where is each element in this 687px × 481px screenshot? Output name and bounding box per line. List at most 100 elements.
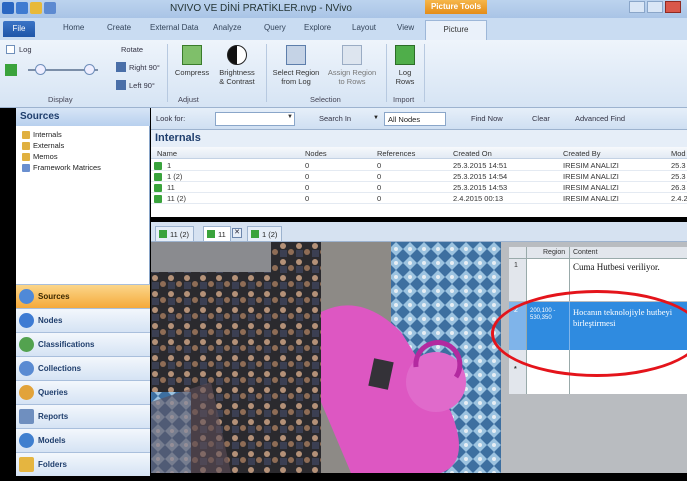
table-row[interactable]: 11 (2) 0 0 2.4.2015 00:13 IRESIM ANALIZI… [151,193,687,204]
highlight-annotation-oval [491,290,687,377]
close-button[interactable] [665,1,681,13]
tab-external-data[interactable]: External Data [150,23,198,32]
column-header-region[interactable]: Region [543,249,565,256]
ribbon-separator [386,44,387,102]
brightness-contrast-button[interactable]: Brightness & Contrast [214,45,260,86]
compress-icon [182,45,202,65]
folder-icon [22,152,30,161]
folder-icon [22,141,30,150]
zoom-out-icon[interactable] [35,64,46,75]
quick-access-toolbar [2,2,56,14]
nodes-icon [19,313,34,328]
doc-tab-11[interactable]: 11 [203,226,231,241]
table-row[interactable]: 11 0 0 25.3.2015 14:53 IRESIM ANALIZI 26… [151,182,687,193]
models-icon [19,433,34,448]
rotate-left-button[interactable]: Left 90° [129,81,155,90]
import-group-label: Import [393,95,415,104]
compress-button[interactable]: Compress [172,45,212,77]
navigation-pane: Sources Internals Externals Memos Framew… [16,108,150,476]
rotate-right-icon[interactable] [116,62,126,72]
undo-icon[interactable] [44,2,56,14]
find-bar: Look for: ▼ Search In ▼ All Nodes Find N… [151,108,687,130]
log-rows-button[interactable]: Log Rows [392,45,418,86]
nav-button-sources[interactable]: Sources [16,284,150,308]
nav-button-models[interactable]: Models [16,428,150,452]
reports-icon [19,409,34,424]
nav-button-reports[interactable]: Reports [16,404,150,428]
color-picture-icon[interactable] [5,64,17,76]
tab-picture[interactable]: Picture [425,20,487,40]
advanced-find-button[interactable]: Advanced Find [575,114,625,123]
picture-viewer[interactable] [151,242,501,473]
list-header [151,147,687,159]
picture-source-icon [154,195,162,203]
tab-layout[interactable]: Layout [352,23,376,32]
search-in-dropdown-icon[interactable]: ▼ [373,115,379,121]
minimize-button[interactable] [629,1,645,13]
find-now-button[interactable]: Find Now [471,114,503,123]
select-region-from-log-button[interactable]: Select Region from Log [269,45,323,86]
nav-button-queries[interactable]: Queries [16,380,150,404]
doc-tab-11-2[interactable]: 11 (2) [155,226,195,241]
tree-item-memos[interactable]: Memos [22,152,58,161]
adjust-group-label: Adjust [178,95,199,104]
table-row[interactable]: 1 (2) 0 0 25.3.2015 14:54 IRESIM ANALIZI… [151,171,687,182]
sources-list: Name Nodes References Created On Created… [151,147,687,217]
picture-source-icon [251,230,259,238]
tab-explore[interactable]: Explore [304,23,331,32]
nav-button-classifications[interactable]: Classifications [16,332,150,356]
search-scope-field[interactable]: All Nodes [384,112,446,126]
tab-view[interactable]: View [397,23,414,32]
log-checkbox[interactable] [6,45,15,54]
tab-create[interactable]: Create [107,23,131,32]
column-header-name[interactable]: Name [157,147,177,159]
title-bar: NVIVO VE DİNİ PRATİKLER.nvp - NVivo Pict… [0,0,687,18]
tree-item-internals[interactable]: Internals [22,130,62,139]
window-title: NVIVO VE DİNİ PRATİKLER.nvp - NVivo [170,3,352,14]
queries-icon [19,385,34,400]
save-icon[interactable] [16,2,28,14]
rotate-label: Rotate [121,45,144,54]
look-for-dropdown-icon[interactable]: ▼ [287,114,293,120]
clear-button[interactable]: Clear [532,114,550,123]
column-header-references[interactable]: References [377,147,415,159]
nvivo-app-icon[interactable] [2,2,14,14]
tab-home[interactable]: Home [63,23,84,32]
selection-group-label: Selection [310,95,341,104]
ribbon-separator [266,44,267,102]
look-for-input[interactable] [215,112,295,126]
ribbon-tabs: File Home Create External Data Analyze Q… [0,18,687,40]
rotate-left-icon[interactable] [116,80,126,90]
column-header-nodes[interactable]: Nodes [305,147,327,159]
close-tab-icon[interactable]: ✕ [232,228,242,238]
edit-icon[interactable] [30,2,42,14]
column-header-modified[interactable]: Mod [671,147,686,159]
tree-item-framework-matrices[interactable]: Framework Matrices [22,163,101,172]
tree-item-externals[interactable]: Externals [22,141,64,150]
sources-icon [19,289,34,304]
assign-region-to-rows-button[interactable]: Assign Region to Rows [324,45,380,86]
search-in-button[interactable]: Search In [319,114,351,123]
tab-query[interactable]: Query [264,23,286,32]
nav-button-folders[interactable]: Folders [16,452,150,476]
table-row[interactable]: 1 0 0 25.3.2015 14:51 IRESIM ANALIZI 25.… [151,160,687,171]
picture-source-icon [207,230,215,238]
nav-button-collections[interactable]: Collections [16,356,150,380]
look-for-label: Look for: [156,114,186,123]
nav-button-nodes[interactable]: Nodes [16,308,150,332]
tab-file[interactable]: File [3,21,35,37]
ribbon-separator [424,44,425,102]
rotate-right-button[interactable]: Right 90° [129,63,160,72]
tab-analyze[interactable]: Analyze [213,23,241,32]
doc-tab-1-2[interactable]: 1 (2) [247,226,283,241]
column-header-created-on[interactable]: Created On [453,147,492,159]
column-header-content[interactable]: Content [573,249,598,256]
picture-source-icon [154,173,162,181]
column-header-created-by[interactable]: Created By [563,147,601,159]
mosque-photo [151,242,501,473]
zoom-in-icon[interactable] [84,64,95,75]
document-tabs: 11 (2) 11 ✕ 1 (2) [151,222,687,242]
log-rows-icon [395,45,415,65]
ribbon: Log Rotate Right 90° Left 90° Display Co… [0,40,687,108]
maximize-button[interactable] [647,1,663,13]
